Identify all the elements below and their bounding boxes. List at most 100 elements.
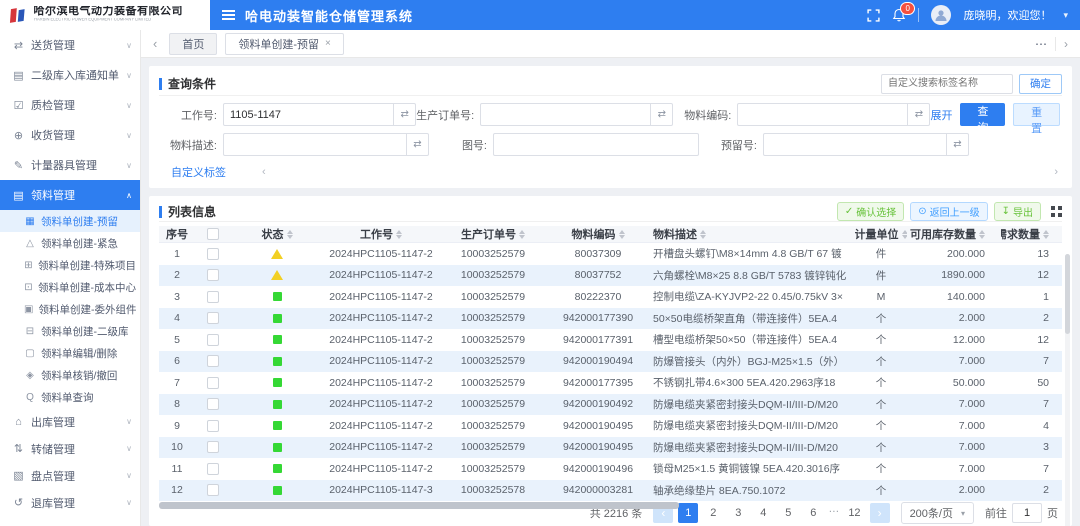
vertical-scrollbar-thumb[interactable] (1065, 254, 1070, 334)
tab-back-icon[interactable]: ‹ (149, 36, 161, 51)
field-filter-icon[interactable]: ⇄ (407, 133, 429, 156)
table-row[interactable]: 102024HPC1105-1147-210003252579942000190… (159, 437, 1062, 459)
expand-link[interactable]: 展开 (930, 107, 952, 123)
confirm-selection-button[interactable]: ✓ 确认选择 (837, 202, 904, 221)
tab-forward-icon[interactable]: › (1055, 37, 1072, 51)
sidebar-subitem[interactable]: ▢领料单编辑/删除 (0, 342, 140, 364)
sort-icon[interactable] (1043, 230, 1049, 239)
field-input[interactable] (480, 103, 651, 126)
tab-more-icon[interactable]: ⋯ (1027, 37, 1055, 51)
goto-page-input[interactable] (1012, 503, 1042, 523)
sidebar-item[interactable]: ⊕收货管理∨ (0, 120, 140, 150)
select-all-cell[interactable] (195, 228, 231, 240)
field-input[interactable] (737, 103, 908, 126)
row-checkbox[interactable] (207, 291, 219, 303)
sidebar-subitem[interactable]: ⊞领料单创建-特殊项目 (0, 254, 140, 276)
menu-collapse-icon[interactable] (222, 10, 235, 12)
field-filter-icon[interactable]: ⇄ (394, 103, 416, 126)
notification-bell-icon[interactable]: 0 (892, 8, 906, 22)
row-checkbox[interactable] (207, 248, 219, 260)
sidebar-item[interactable]: ▧盘点管理∨ (0, 462, 140, 489)
column-header[interactable]: 工作号 (323, 226, 439, 242)
pagination-page[interactable]: 3 (728, 503, 748, 523)
field-filter-icon[interactable]: ⇄ (908, 103, 930, 126)
row-checkbox[interactable] (207, 484, 219, 496)
tab-close-icon[interactable]: × (325, 38, 331, 49)
sidebar-subitem[interactable]: ◈领料单核销/撤回 (0, 364, 140, 386)
sort-icon[interactable] (396, 230, 402, 239)
pagination-next-icon[interactable]: › (870, 503, 890, 523)
table-row[interactable]: 52024HPC1105-1147-2100032525799420001773… (159, 329, 1062, 351)
sidebar-item[interactable]: ⌂出库管理∨ (0, 408, 140, 435)
column-header[interactable]: 物料描述 (649, 226, 855, 242)
user-avatar[interactable] (931, 5, 951, 25)
pagination-page[interactable]: 6 (803, 503, 823, 523)
sidebar-item[interactable]: ▤二级库入库通知单∨ (0, 60, 140, 90)
table-row[interactable]: 112024HPC1105-1147-210003252579942000190… (159, 458, 1062, 480)
row-checkbox[interactable] (207, 312, 219, 324)
pagination-page[interactable]: 2 (703, 503, 723, 523)
pagination-ellipsis[interactable]: … (828, 503, 839, 523)
sort-icon[interactable] (979, 230, 985, 239)
sidebar-subitem[interactable]: ⊡领料单创建-成本中心 (0, 276, 140, 298)
row-checkbox[interactable] (207, 463, 219, 475)
pagination-page[interactable]: 1 (678, 503, 698, 523)
sidebar-subitem[interactable]: ▦领料单创建-预留 (0, 210, 140, 232)
sort-icon[interactable] (700, 230, 706, 239)
sort-icon[interactable] (287, 230, 293, 239)
table-row[interactable]: 72024HPC1105-1147-2100032525799420001773… (159, 372, 1062, 394)
row-checkbox[interactable] (207, 269, 219, 281)
sidebar-subitem[interactable]: ⊟领料单创建-二级库 (0, 320, 140, 342)
sidebar-subitem[interactable]: ▣领料单创建-委外组件 (0, 298, 140, 320)
pagination-page[interactable]: 4 (753, 503, 773, 523)
page-size-select[interactable]: 200条/页 ▾ (901, 502, 974, 524)
tag-scroll-right-icon[interactable]: › (1054, 166, 1058, 178)
field-input[interactable] (763, 133, 947, 156)
column-header[interactable]: 计量单位 (855, 226, 907, 242)
sidebar-item[interactable]: ✎计量器具管理∨ (0, 150, 140, 180)
column-header[interactable]: 物料编码 (547, 226, 649, 242)
field-filter-icon[interactable]: ⇄ (947, 133, 969, 156)
select-all-checkbox[interactable] (207, 228, 219, 240)
column-header[interactable]: 需求数量 (1001, 226, 1057, 242)
export-button[interactable]: ↧ 导出 (994, 202, 1041, 221)
sidebar-subitem[interactable]: △领料单创建-紧急 (0, 232, 140, 254)
table-row[interactable]: 32024HPC1105-1147-21000325257980222370控制… (159, 286, 1062, 308)
row-checkbox[interactable] (207, 355, 219, 367)
sidebar-subitem[interactable]: Q领料单查询 (0, 386, 140, 408)
sidebar-item-active[interactable]: ▤领料管理∧ (0, 180, 140, 210)
column-header[interactable]: 状态 (231, 226, 323, 242)
confirm-button[interactable]: 确定 (1019, 74, 1062, 94)
row-checkbox[interactable] (207, 420, 219, 432)
pagination-page[interactable]: 12 (844, 503, 864, 523)
field-input[interactable] (223, 133, 407, 156)
sidebar-item[interactable]: ⇄送货管理∨ (0, 30, 140, 60)
custom-tag-input[interactable] (881, 74, 1013, 94)
tab-home[interactable]: 首页 (169, 33, 217, 55)
tab-active[interactable]: 领料单创建-预留 × (225, 33, 344, 55)
table-row[interactable]: 42024HPC1105-1147-2100032525799420001773… (159, 308, 1062, 330)
table-row[interactable]: 12024HPC1105-1147-21000325257980037309开槽… (159, 243, 1062, 265)
user-menu-caret-icon[interactable]: ▾ (1063, 10, 1068, 21)
sort-icon[interactable] (619, 230, 625, 239)
column-header[interactable]: 生产订单号 (439, 226, 547, 242)
sort-icon[interactable] (519, 230, 525, 239)
custom-tag-link[interactable]: 自定义标签 (171, 164, 226, 180)
table-row[interactable]: 22024HPC1105-1147-21000325257980037752六角… (159, 265, 1062, 287)
row-checkbox[interactable] (207, 334, 219, 346)
row-checkbox[interactable] (207, 377, 219, 389)
back-to-parent-button[interactable]: ⊙ 返回上一级 (910, 202, 987, 221)
table-row[interactable]: 122024HPC1105-1147-310003252578942000003… (159, 480, 1062, 502)
column-header[interactable]: 可用库存数量 (907, 226, 1001, 242)
horizontal-scrollbar-thumb[interactable] (159, 502, 679, 509)
field-filter-icon[interactable]: ⇄ (651, 103, 673, 126)
search-button[interactable]: 查询 (960, 103, 1005, 126)
table-row[interactable]: 62024HPC1105-1147-2100032525799420001904… (159, 351, 1062, 373)
field-input[interactable] (493, 133, 699, 156)
row-checkbox[interactable] (207, 441, 219, 453)
sidebar-item[interactable]: ☑质检管理∨ (0, 90, 140, 120)
pagination-page[interactable]: 5 (778, 503, 798, 523)
sidebar-item[interactable]: ⇅转储管理∨ (0, 435, 140, 462)
row-checkbox[interactable] (207, 398, 219, 410)
field-input[interactable] (223, 103, 394, 126)
